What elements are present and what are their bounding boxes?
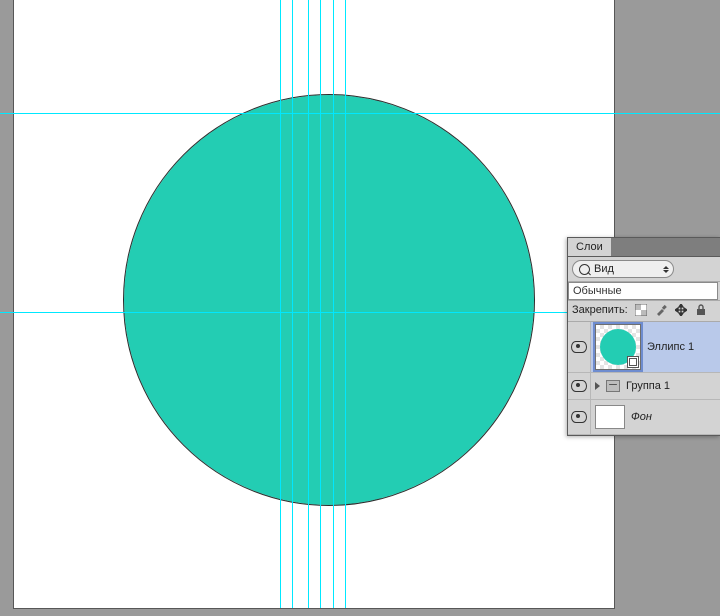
- layers-list: Эллипс 1 Группа 1 Фон: [568, 322, 720, 435]
- blend-mode-select[interactable]: Обычные: [568, 282, 718, 300]
- move-icon[interactable]: [674, 303, 688, 317]
- layer-thumbnail[interactable]: [595, 405, 625, 429]
- lock-row: Закрепить:: [568, 301, 720, 322]
- layer-row[interactable]: Эллипс 1: [568, 322, 720, 373]
- layer-name[interactable]: Группа 1: [626, 380, 670, 392]
- tab-layers[interactable]: Слои: [568, 238, 612, 256]
- lock-label: Закрепить:: [572, 304, 628, 316]
- layers-panel: Слои Вид Обычные Закрепить:: [567, 237, 720, 436]
- eye-icon: [571, 380, 587, 392]
- search-icon: [579, 264, 590, 275]
- brush-icon[interactable]: [654, 303, 668, 317]
- eye-icon: [571, 411, 587, 423]
- artboard[interactable]: [14, 0, 614, 608]
- chevron-right-icon[interactable]: [595, 382, 600, 390]
- panel-tabbar: Слои: [568, 238, 720, 257]
- guide-vertical[interactable]: [320, 0, 321, 608]
- lock-icon[interactable]: [694, 303, 708, 317]
- layer-row-body[interactable]: Группа 1: [591, 373, 720, 399]
- eye-icon: [571, 341, 587, 353]
- guide-vertical[interactable]: [308, 0, 309, 608]
- visibility-toggle[interactable]: [568, 373, 591, 399]
- layer-filter-select[interactable]: Вид: [572, 260, 674, 278]
- visibility-toggle[interactable]: [568, 322, 591, 372]
- layer-row[interactable]: Фон: [568, 400, 720, 435]
- guide-horizontal[interactable]: [0, 113, 720, 114]
- layer-thumbnail[interactable]: [595, 324, 641, 370]
- vector-mask-icon: [627, 356, 639, 368]
- layer-name[interactable]: Фон: [631, 411, 652, 423]
- layer-row-body[interactable]: Эллипс 1: [591, 322, 720, 372]
- guide-vertical[interactable]: [280, 0, 281, 608]
- checker-icon[interactable]: [634, 303, 648, 317]
- guide-vertical[interactable]: [292, 0, 293, 608]
- stepper-icon: [663, 266, 669, 273]
- layer-name[interactable]: Эллипс 1: [647, 341, 694, 353]
- layer-row-body[interactable]: Фон: [591, 400, 720, 434]
- layer-row[interactable]: Группа 1: [568, 373, 720, 400]
- ellipse-shape[interactable]: [124, 95, 534, 505]
- visibility-toggle[interactable]: [568, 400, 591, 434]
- folder-icon: [606, 380, 620, 392]
- guide-vertical[interactable]: [345, 0, 346, 608]
- guide-vertical[interactable]: [333, 0, 334, 608]
- layer-filter-label: Вид: [594, 263, 614, 275]
- blend-mode-row: Обычные: [568, 282, 720, 301]
- layer-filter-row: Вид: [568, 257, 720, 282]
